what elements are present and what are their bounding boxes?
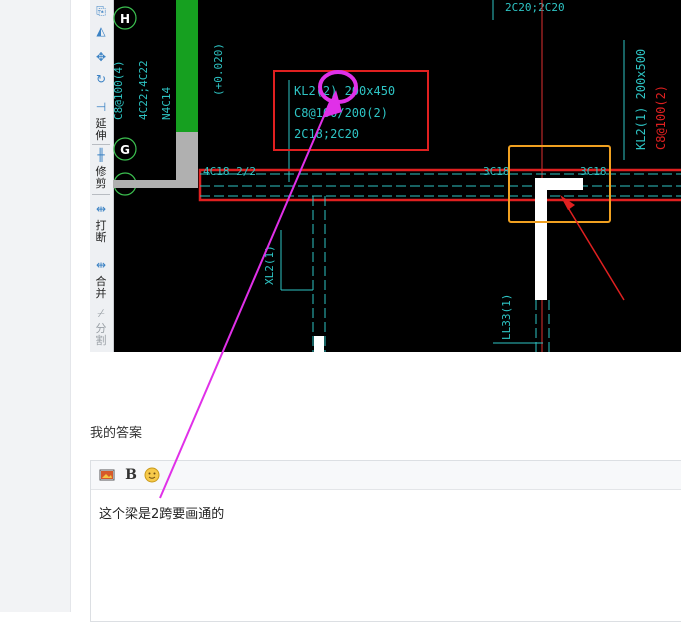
emoji-icon[interactable] <box>144 467 160 483</box>
top-rebar-text: 2C20;2C20 <box>505 1 565 14</box>
split-icon: ⌿ <box>97 306 105 320</box>
toolbar-label-trim-2: 剪 <box>95 177 107 190</box>
cad-drawing: H G C8@100(4) 4C22;4C22 N4C14 (+0.020) 2… <box>113 0 681 352</box>
merge-icon: ⇹ <box>95 258 107 272</box>
stirrup-text: C8@100(4) <box>113 60 125 120</box>
l-column-vertical <box>535 178 547 300</box>
beam-label-line3: 2C18;2C20 <box>294 127 359 141</box>
xl-label: XL2(1) <box>263 245 276 285</box>
answer-label: 我的答案 <box>90 426 143 441</box>
beam-text-mid: 3C18 <box>483 165 510 178</box>
green-column <box>176 0 198 132</box>
gray-wall <box>176 132 198 188</box>
red-arrow <box>563 200 625 301</box>
beam-text-right: 3C18 <box>580 165 607 178</box>
right-stirrup-label: C8@100(2) <box>654 85 668 150</box>
image-icon[interactable] <box>99 467 115 483</box>
axis-label-g: G <box>120 143 130 157</box>
ll-label: LL33(1) <box>500 294 513 340</box>
axis-label-h: H <box>120 12 130 26</box>
extend-icon: ⊣ <box>95 100 107 114</box>
toolbar-label-extend-2: 伸 <box>95 129 107 142</box>
rebar-text: 4C22;4C22 <box>137 60 150 120</box>
bold-button[interactable]: B <box>123 467 139 483</box>
toolbar-separator <box>92 144 110 145</box>
editor-toolbar: B <box>91 461 681 490</box>
toolbar-label-break-2: 断 <box>95 231 107 244</box>
answer-text[interactable]: 这个梁是2跨要画通的 <box>99 503 224 522</box>
answer-editor[interactable]: B 这个梁是2跨要画通的 <box>90 460 681 622</box>
beam-label-line2: C8@100/200(2) <box>294 106 388 120</box>
l-column-horizontal <box>535 178 583 190</box>
break-icon: ⇹ <box>95 202 107 216</box>
waist-bar-text: N4C14 <box>160 87 173 120</box>
trim-icon: ╫ <box>97 148 105 162</box>
toolbar-label-split-2: 割 <box>95 334 107 347</box>
axis-marker-g: G <box>113 137 137 161</box>
toolbar-label-merge-2: 并 <box>95 287 107 300</box>
gutter-divider <box>70 0 71 612</box>
mirror-icon: ◭ <box>96 24 106 38</box>
left-gutter <box>0 0 70 612</box>
beam-text-left: 4C18 2/2 <box>203 165 256 178</box>
beam-label-line1: KL2(2) 200x450 <box>294 84 395 98</box>
cad-screenshot: ⎘ ◭ ✥ ↻ ⊣ 延 伸 ╫ 修 剪 ⇹ 打 断 ⇹ 合 并 ⌿ 分 割 H … <box>90 0 681 352</box>
axis-marker-h: H <box>113 6 137 30</box>
gray-wall-horizontal <box>113 180 198 188</box>
toolbar-separator <box>92 194 110 195</box>
column-stub <box>314 336 324 352</box>
move-icon: ✥ <box>95 50 107 64</box>
copy-icon: ⎘ <box>96 4 106 18</box>
red-arrow-head <box>560 195 575 210</box>
right-beam-label: KL2(1) 200x500 <box>634 49 648 150</box>
cad-toolbar: ⎘ ◭ ✥ ↻ ⊣ 延 伸 ╫ 修 剪 ⇹ 打 断 ⇹ 合 并 ⌿ 分 割 <box>90 0 114 352</box>
elevation-text: (+0.020) <box>212 43 225 96</box>
rotate-icon: ↻ <box>95 72 107 86</box>
